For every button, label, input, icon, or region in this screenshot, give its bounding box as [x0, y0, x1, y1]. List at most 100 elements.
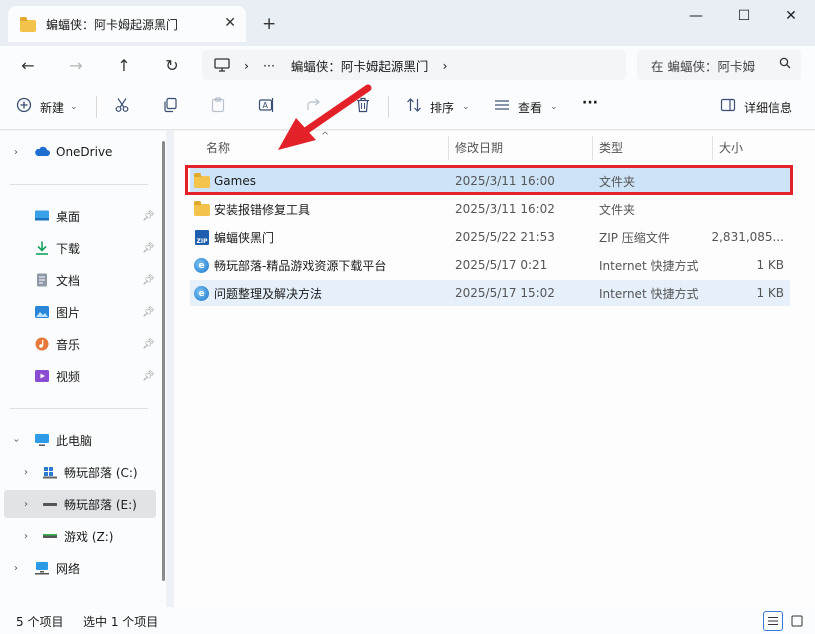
details-button[interactable]: 详细信息: [720, 97, 792, 117]
table-row[interactable]: ZIP 蝙蝠侠黑门 2025/5/22 21:53 ZIP 压缩文件 2,831…: [190, 224, 790, 250]
pin-icon[interactable]: 📌︎: [142, 307, 155, 318]
column-divider[interactable]: [712, 136, 713, 160]
desktop-icon: [34, 209, 50, 223]
rename-icon[interactable]: A: [258, 97, 274, 113]
divider: [388, 96, 389, 118]
forward-button[interactable]: →: [64, 54, 88, 76]
share-icon[interactable]: [306, 97, 322, 113]
column-header-name[interactable]: 名称: [206, 139, 230, 156]
tiles-view-button[interactable]: [787, 611, 807, 631]
sidebar-item-label: 音乐: [56, 337, 81, 352]
search-icon: [779, 57, 791, 72]
sidebar-item-pictures[interactable]: 图片 📌︎: [0, 298, 166, 326]
divider: [96, 96, 97, 118]
download-icon: [34, 241, 50, 255]
minimize-button[interactable]: —: [673, 4, 719, 28]
chevron-right-icon[interactable]: ›: [24, 531, 28, 542]
pin-icon[interactable]: 📌︎: [142, 339, 155, 350]
address-path[interactable]: 蝙蝠侠：阿卡姆起源黑门: [291, 56, 429, 75]
delete-icon[interactable]: [355, 97, 371, 113]
sidebar-item-drive-c[interactable]: › 畅玩部落 (C:): [0, 458, 166, 486]
sidebar-item-label: 下载: [56, 241, 81, 256]
sort-icon: [406, 97, 422, 117]
table-row[interactable]: 安装报错修复工具 2025/3/11 16:02 文件夹: [190, 196, 790, 222]
refresh-button[interactable]: ↻: [160, 54, 184, 76]
highlight-box: [185, 165, 793, 195]
column-header-size[interactable]: 大小: [719, 139, 743, 156]
sidebar-item-drive-z[interactable]: › 游戏 (Z:): [0, 522, 166, 550]
details-label: 详细信息: [744, 100, 793, 115]
cloud-icon: [34, 145, 50, 159]
status-bar: 5 个项目 选中 1 个项目: [0, 607, 815, 634]
search-box[interactable]: 在 蝙蝠侠：阿卡姆: [637, 50, 801, 80]
cut-icon[interactable]: [114, 97, 130, 113]
file-date: 2025/5/22 21:53: [455, 230, 555, 244]
pin-icon[interactable]: 📌︎: [142, 243, 155, 254]
sidebar-item-label: 桌面: [56, 209, 81, 224]
chevron-down-icon[interactable]: ›: [11, 438, 22, 442]
close-tab-icon[interactable]: ✕: [224, 15, 236, 31]
column-divider[interactable]: [448, 136, 449, 160]
address-more-button[interactable]: ···: [263, 58, 275, 73]
column-header-date[interactable]: 修改日期: [455, 139, 503, 156]
pin-icon[interactable]: 📌︎: [142, 211, 155, 222]
windows-drive-icon: [42, 465, 58, 479]
new-button[interactable]: 新建 ⌄: [16, 97, 78, 117]
tab-title: 蝙蝠侠：阿卡姆起源黑门: [46, 17, 179, 32]
chevron-right-icon[interactable]: ›: [14, 563, 18, 574]
view-list-icon: [494, 97, 510, 117]
view-button[interactable]: 查看 ⌄: [494, 97, 558, 117]
address-bar[interactable]: › ··· 蝙蝠侠：阿卡姆起源黑门 ›: [202, 50, 626, 80]
sidebar-item-drive-e[interactable]: › 畅玩部落 (E:): [4, 490, 156, 518]
music-icon: [34, 337, 50, 351]
internet-shortcut-icon: e: [194, 286, 210, 301]
sidebar-item-desktop[interactable]: 桌面 📌︎: [0, 202, 166, 230]
new-tab-button[interactable]: +: [262, 14, 276, 34]
sidebar-item-onedrive[interactable]: › OneDrive: [0, 138, 166, 166]
column-divider[interactable]: [592, 136, 593, 160]
table-row[interactable]: e 问题整理及解决方法 2025/5/17 15:02 Internet 快捷方…: [190, 280, 790, 306]
more-options-button[interactable]: ···: [582, 95, 598, 111]
up-button[interactable]: ↑: [112, 54, 136, 76]
svg-text:A: A: [263, 101, 269, 110]
sidebar-item-network[interactable]: › 网络: [0, 554, 166, 582]
view-label: 查看: [518, 100, 543, 115]
sort-button[interactable]: 排序 ⌄: [406, 97, 470, 117]
column-header-type[interactable]: 类型: [599, 139, 623, 156]
maximize-button[interactable]: ☐: [721, 4, 767, 28]
divider: [10, 408, 148, 409]
file-list: ^ 名称 修改日期 类型 大小 Games 2025/3/11 16:00 文件…: [174, 131, 815, 607]
command-bar: 新建 ⌄ A 排序 ⌄ 查看 ⌄ ··· 详细信息: [0, 84, 815, 130]
video-icon: [34, 369, 50, 383]
sidebar-item-documents[interactable]: 文档 📌︎: [0, 266, 166, 294]
chevron-right-icon[interactable]: ›: [24, 467, 28, 478]
network-icon: [34, 561, 50, 575]
pin-icon[interactable]: 📌︎: [142, 275, 155, 286]
close-window-button[interactable]: ✕: [768, 4, 814, 28]
pin-icon[interactable]: 📌︎: [142, 371, 155, 382]
sidebar-item-videos[interactable]: 视频 📌︎: [0, 362, 166, 390]
computer-icon: [214, 58, 230, 72]
document-icon: [34, 273, 50, 287]
sidebar-scrollbar[interactable]: [162, 141, 165, 581]
picture-icon: [34, 305, 50, 319]
sidebar-item-this-pc[interactable]: › 此电脑: [0, 426, 166, 454]
address-chevron[interactable]: ›: [442, 58, 447, 73]
sidebar-item-label: 游戏 (Z:): [64, 529, 114, 544]
sidebar-item-downloads[interactable]: 下载 📌︎: [0, 234, 166, 262]
details-view-button[interactable]: [763, 611, 783, 631]
copy-icon[interactable]: [162, 97, 178, 113]
sidebar-item-label: 视频: [56, 369, 81, 384]
details-pane-icon: [720, 97, 736, 117]
tab-current-folder[interactable]: 蝙蝠侠：阿卡姆起源黑门 ✕: [8, 6, 246, 42]
chevron-right-icon[interactable]: ›: [24, 499, 28, 510]
chevron-right-icon[interactable]: ›: [14, 147, 18, 158]
sidebar-item-label: 畅玩部落 (E:): [64, 497, 137, 512]
paste-icon[interactable]: [210, 97, 226, 113]
address-separator: ›: [244, 57, 249, 73]
sidebar-item-music[interactable]: 音乐 📌︎: [0, 330, 166, 358]
table-row[interactable]: e 畅玩部落-精品游戏资源下载平台 2025/5/17 0:21 Interne…: [190, 252, 790, 278]
back-button[interactable]: ←: [16, 54, 40, 76]
search-input[interactable]: 在 蝙蝠侠：阿卡姆: [651, 56, 755, 75]
internet-shortcut-icon: e: [194, 258, 210, 273]
